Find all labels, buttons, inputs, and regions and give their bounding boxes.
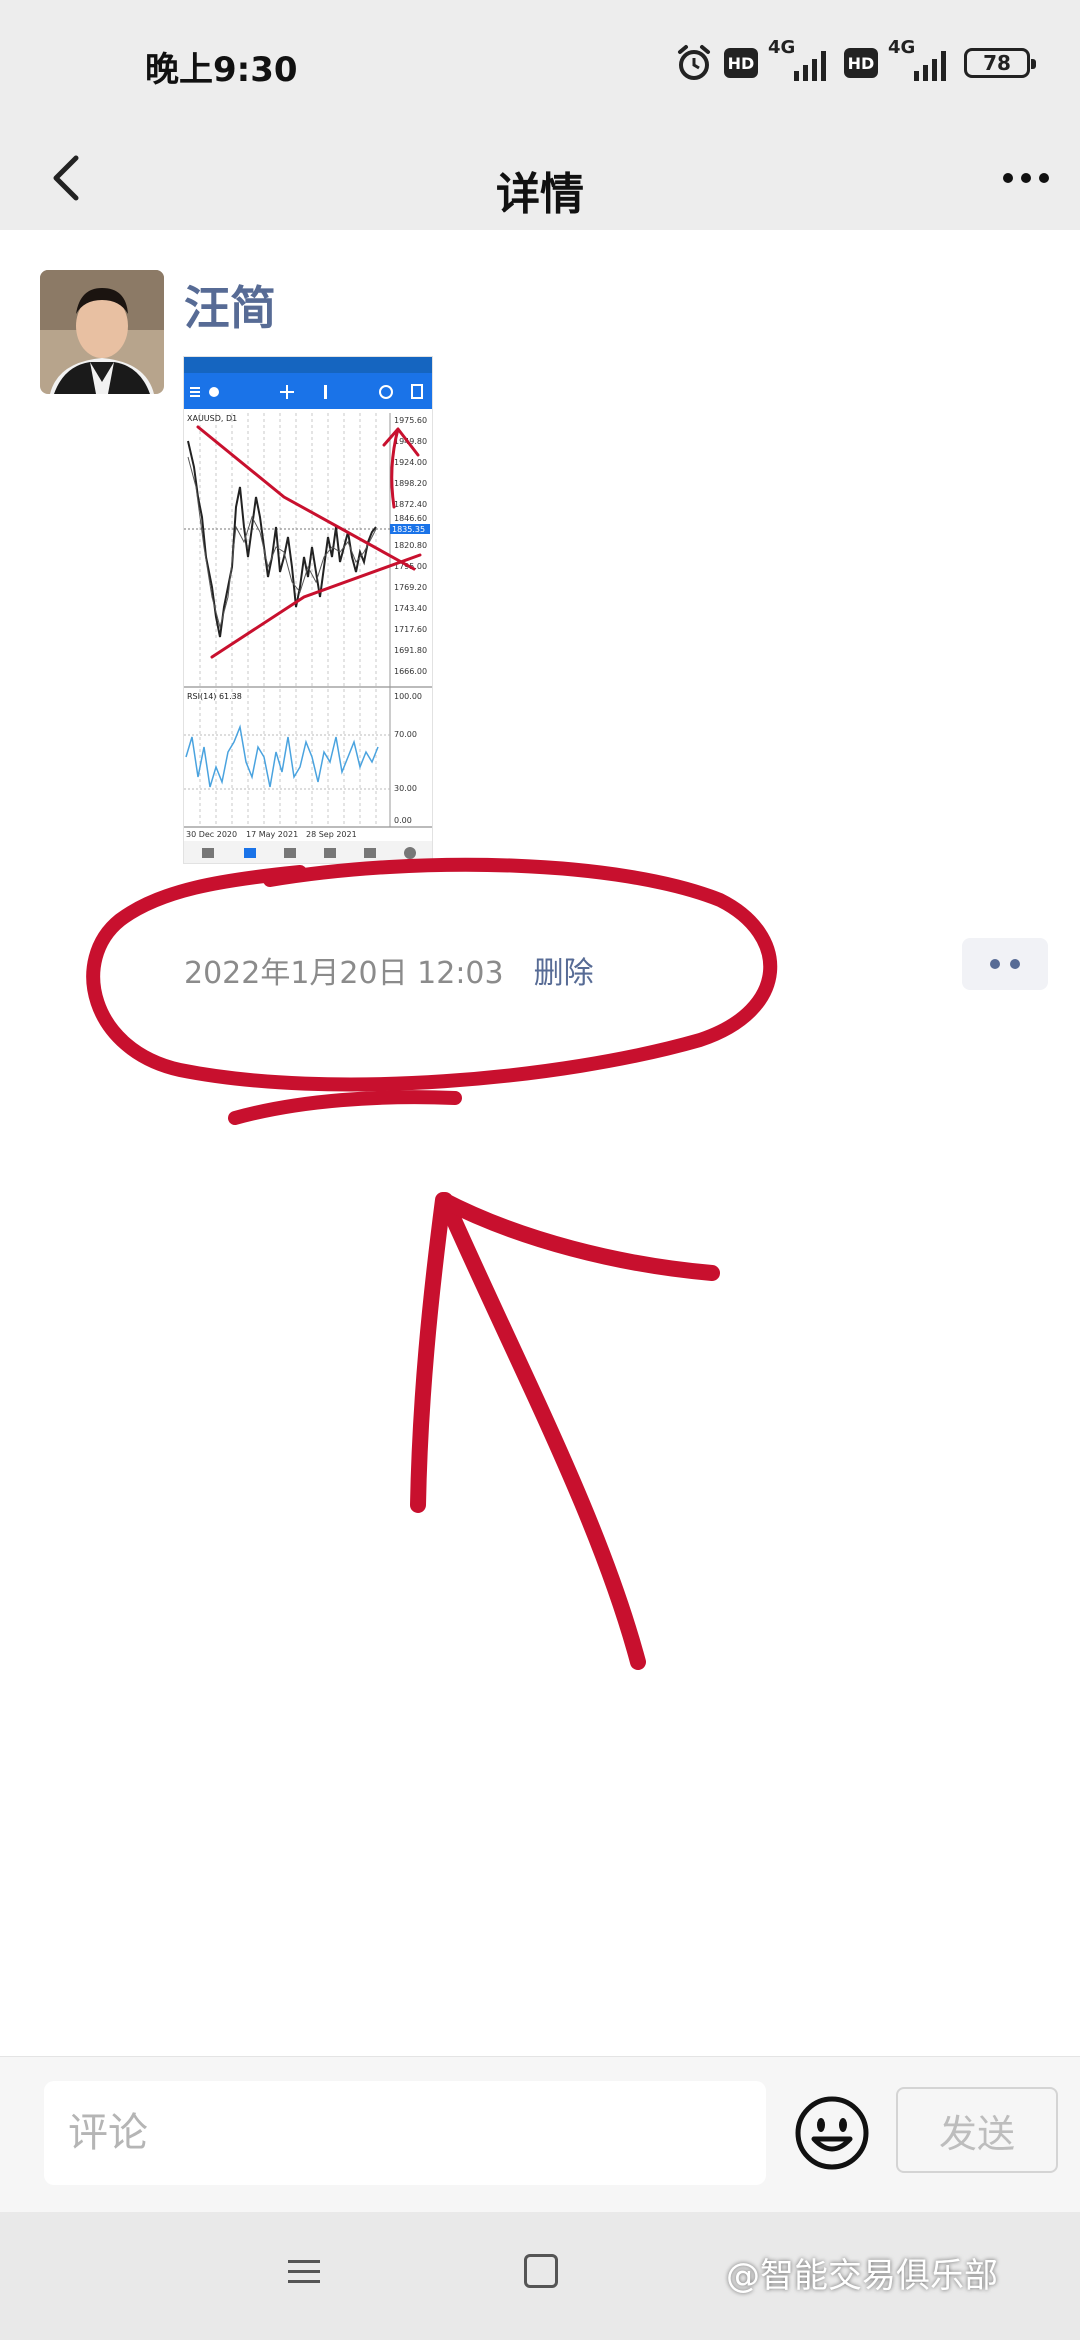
status-icons: HD 4G HD 4G 78 bbox=[674, 37, 1036, 88]
alarm-icon bbox=[678, 45, 710, 80]
price-level-label: 1769.20 bbox=[394, 583, 427, 592]
system-nav-bar: @智能交易俱乐部 bbox=[0, 2212, 1080, 2340]
dot-icon bbox=[990, 959, 1000, 969]
post-meta: 2022年1月20日 12:03 删除 bbox=[184, 948, 594, 992]
home-icon[interactable] bbox=[524, 2254, 558, 2288]
annotation-arrow-shaft bbox=[437, 1192, 646, 1670]
rsi-level-label: 30.00 bbox=[394, 784, 417, 793]
date-label: 17 May 2021 bbox=[246, 830, 298, 839]
price-level-label: 1846.60 bbox=[394, 514, 427, 523]
symbol-label: XAUUSD, D1 bbox=[187, 414, 237, 423]
annotation-arrow-head bbox=[410, 1192, 720, 1513]
price-level-label: 1872.40 bbox=[394, 500, 427, 509]
price-level-label: 1717.60 bbox=[394, 625, 427, 634]
rsi-level-label: 100.00 bbox=[394, 692, 422, 701]
dot-icon bbox=[1010, 959, 1020, 969]
trading-chart-screenshot: 1835.35 1975.60 1949.80 1924.00 1898.20 … bbox=[184, 357, 432, 863]
more-options-button[interactable] bbox=[996, 152, 1056, 204]
signal-bars-icon bbox=[794, 51, 826, 81]
avatar-image bbox=[40, 270, 164, 394]
hd-badge-2: HD bbox=[844, 48, 878, 78]
price-level-label: 1898.20 bbox=[394, 479, 427, 488]
page-title: 详情 bbox=[496, 169, 584, 220]
dot-icon bbox=[1039, 173, 1049, 183]
battery-indicator: 78 bbox=[964, 48, 1036, 78]
status-bar: 晚上9:30 HD 4G HD 4G 78 bbox=[0, 0, 1080, 128]
price-level-label: 1924.00 bbox=[394, 458, 427, 467]
post-image[interactable]: 1835.35 1975.60 1949.80 1924.00 1898.20 … bbox=[183, 356, 433, 864]
signal-indicator-1: 4G bbox=[768, 37, 834, 85]
avatar[interactable] bbox=[40, 270, 164, 394]
status-time: 晚上9:30 bbox=[145, 50, 298, 90]
watermark: @智能交易俱乐部 bbox=[726, 2256, 998, 2296]
date-label: 28 Sep 2021 bbox=[306, 830, 357, 839]
hd-badge: HD bbox=[724, 48, 758, 78]
signal-bars-icon bbox=[914, 51, 946, 81]
dot-icon bbox=[1021, 173, 1031, 183]
post-actions-button[interactable] bbox=[962, 938, 1048, 990]
annotation-ellipse-tail bbox=[228, 1090, 462, 1125]
date-label: 30 Dec 2020 bbox=[186, 830, 237, 839]
rsi-label: RSI(14) 61.38 bbox=[187, 692, 242, 701]
post-timestamp: 2022年1月20日 12:03 bbox=[184, 956, 504, 991]
price-level-label: 1975.60 bbox=[394, 416, 427, 425]
dot-icon bbox=[1003, 173, 1013, 183]
price-level-label: 1743.40 bbox=[394, 604, 427, 613]
current-price-label: 1835.35 bbox=[392, 525, 425, 534]
nav-bar: 详情 bbox=[0, 128, 1080, 230]
rsi-level-label: 70.00 bbox=[394, 730, 417, 739]
send-button[interactable]: 发送 bbox=[896, 2087, 1058, 2173]
price-level-label: 1820.80 bbox=[394, 541, 427, 550]
signal-indicator-2: 4G bbox=[888, 37, 954, 85]
menu-icon[interactable] bbox=[286, 2254, 322, 2290]
price-level-label: 1691.80 bbox=[394, 646, 427, 655]
author-name[interactable]: 汪简 bbox=[184, 272, 276, 338]
rsi-level-label: 0.00 bbox=[394, 816, 412, 825]
emoji-button[interactable] bbox=[792, 2093, 872, 2173]
delete-link[interactable]: 删除 bbox=[534, 948, 594, 992]
comment-bar: 发送 bbox=[0, 2056, 1080, 2212]
comment-input[interactable] bbox=[44, 2081, 766, 2185]
price-level-label: 1666.00 bbox=[394, 667, 427, 676]
